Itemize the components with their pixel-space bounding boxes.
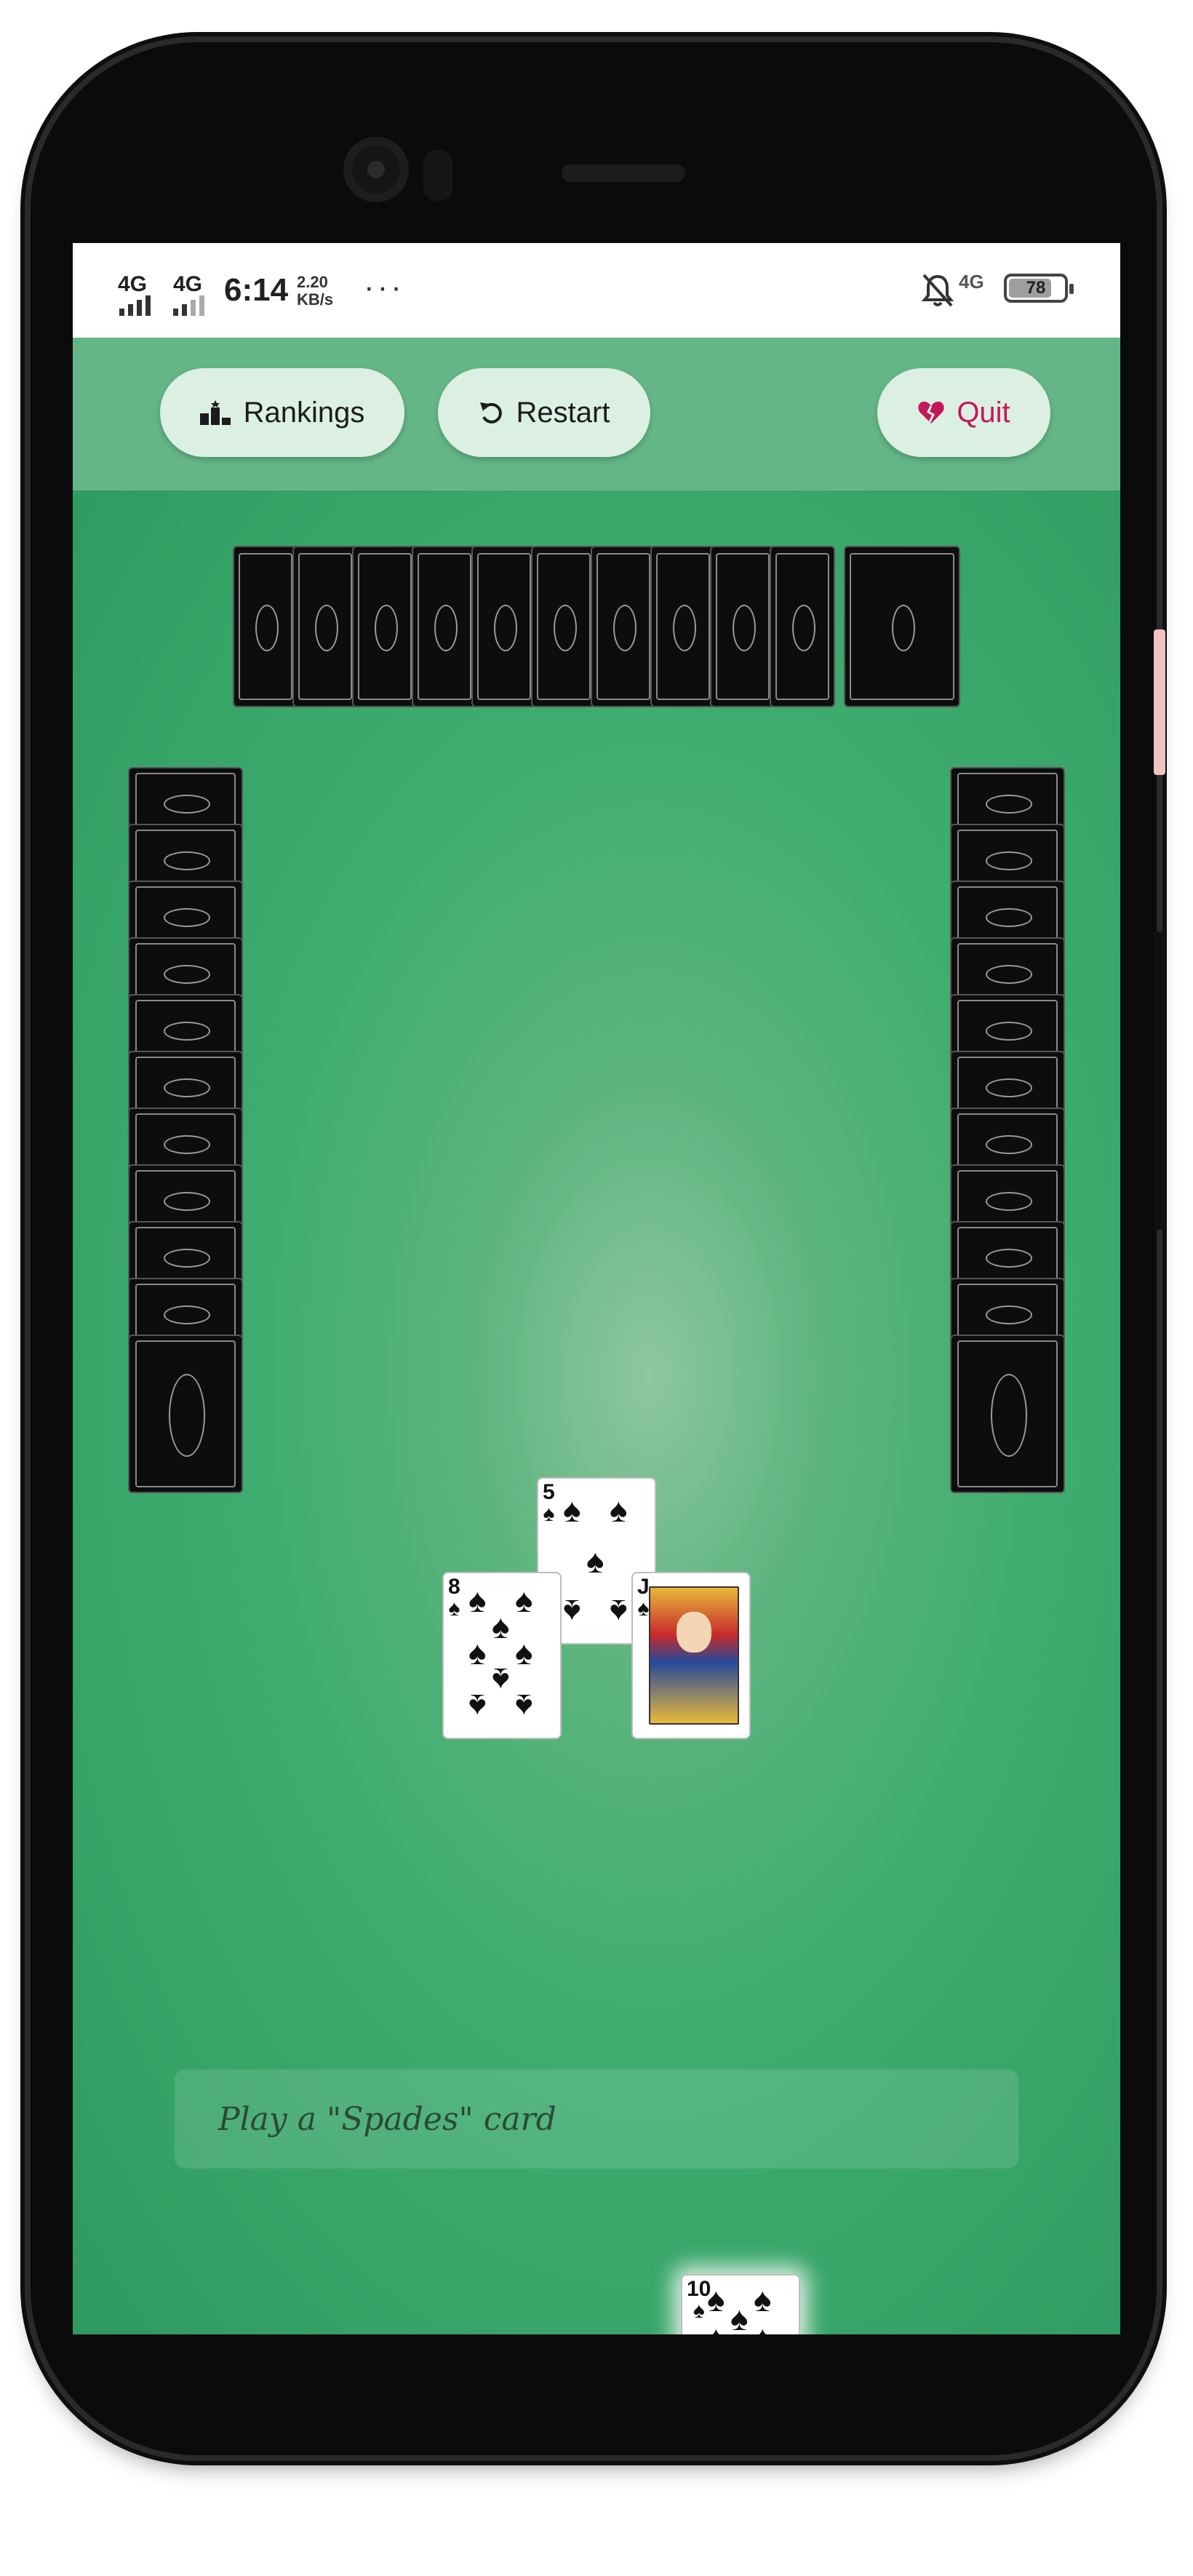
- restart-button[interactable]: Restart: [438, 368, 650, 457]
- side-button-upper: [1154, 629, 1165, 775]
- screen: 4G 4G 6:14 2.20 KB/s ··· 4G 78 Rankings …: [73, 243, 1120, 2334]
- side-button-lower: [1154, 931, 1165, 1230]
- speed-unit: KB/s: [297, 290, 334, 309]
- spade-icon: ♠: [515, 1581, 533, 1619]
- restart-label: Restart: [516, 396, 610, 429]
- card-back: [292, 546, 358, 707]
- signal-bars-icon: [119, 295, 151, 316]
- spade-icon: ♠: [468, 1687, 487, 1725]
- spade-icon: ♠: [754, 2321, 771, 2334]
- card-back: [531, 546, 596, 707]
- spade-icon: ♠: [610, 1593, 628, 1631]
- card-back: [128, 1335, 243, 1493]
- clock: 6:14: [224, 272, 289, 308]
- bell-muted-icon: [921, 274, 954, 307]
- spade-icon: ♠: [492, 1607, 510, 1645]
- more-icon: ···: [364, 269, 404, 305]
- battery-icon: 78: [1004, 274, 1074, 303]
- card-back: [471, 546, 537, 707]
- spade-icon: ♠: [610, 1491, 628, 1529]
- card-back: [844, 546, 960, 707]
- spade-icon: ♠: [543, 1502, 555, 1526]
- quit-button[interactable]: Quit: [877, 368, 1050, 457]
- card-corner: 5 ♠: [543, 1482, 555, 1525]
- spade-icon: ♠: [754, 2281, 772, 2318]
- card-back: [950, 1335, 1065, 1493]
- network-speed: 2.20 KB/s: [297, 274, 333, 309]
- podium-icon: [199, 400, 231, 425]
- signal-bars-icon-2: [173, 295, 204, 316]
- battery-level: 78: [1026, 278, 1046, 298]
- card-back: [650, 546, 716, 707]
- camera-icon: [343, 137, 409, 202]
- card-corner: 8 ♠: [448, 1576, 460, 1620]
- status-bar: 4G 4G 6:14 2.20 KB/s ··· 4G 78: [73, 243, 1120, 338]
- sensor: [423, 150, 452, 201]
- card-back: [352, 546, 418, 707]
- card-corner: J ♠: [637, 1576, 650, 1620]
- broken-heart-icon: [918, 401, 944, 424]
- trick-card-right: J ♠: [631, 1572, 751, 1739]
- jack-face-art: [649, 1586, 739, 1725]
- card-back: [710, 546, 775, 707]
- spade-icon: ♠: [492, 1661, 510, 1699]
- restart-icon: [479, 402, 502, 424]
- spade-icon: ♠: [707, 2321, 725, 2334]
- card-rank: 8: [448, 1575, 460, 1599]
- spade-icon: ♠: [515, 1687, 533, 1725]
- card-rank: J: [637, 1575, 650, 1599]
- spade-icon: ♠: [468, 1634, 487, 1671]
- spade-icon: ♠: [637, 1597, 650, 1621]
- spade-icon: ♠: [563, 1593, 581, 1631]
- card-back: [770, 546, 835, 707]
- trick-card-left: 8 ♠ ♠ ♠ ♠ ♠ ♠ ♠ ♠ ♠: [442, 1572, 562, 1739]
- network-4g-label-2: 4G: [173, 272, 203, 296]
- card-back: [233, 546, 298, 707]
- card-rank: 5: [543, 1480, 555, 1504]
- spade-icon: ♠: [563, 1491, 581, 1529]
- network-4g-label: 4G: [118, 272, 148, 296]
- card-back: [591, 546, 656, 707]
- network-4g-label-3: 4G: [959, 271, 984, 293]
- spade-icon: ♠: [515, 1634, 533, 1671]
- spade-icon: ♠: [468, 1581, 487, 1619]
- spade-icon: ♠: [730, 2299, 749, 2334]
- spade-icon: ♠: [586, 1542, 605, 1580]
- turn-prompt: Play a "Spades" card: [175, 2070, 1018, 2168]
- spade-icon: ♠: [707, 2281, 725, 2318]
- card-table: 5 ♠ ♠ ♠ ♠ ♠ ♠ 8 ♠ ♠ ♠ ♠ ♠ ♠ ♠ ♠ ♠ J ♠ Pl…: [73, 490, 1120, 2334]
- rankings-button[interactable]: Rankings: [160, 368, 404, 457]
- speed-value: 2.20: [297, 273, 328, 291]
- card-back: [412, 546, 477, 707]
- selected-hand-card[interactable]: 10 ♠ ♠ ♠ ♠ ♠ ♠ ♠ ♠ ♠ ♠ ♠: [681, 2274, 800, 2334]
- spade-icon: ♠: [448, 1597, 460, 1621]
- game-toolbar: Rankings Restart Quit: [73, 338, 1120, 490]
- rankings-label: Rankings: [243, 396, 365, 429]
- quit-label: Quit: [957, 396, 1010, 429]
- speaker-grille: [562, 164, 685, 182]
